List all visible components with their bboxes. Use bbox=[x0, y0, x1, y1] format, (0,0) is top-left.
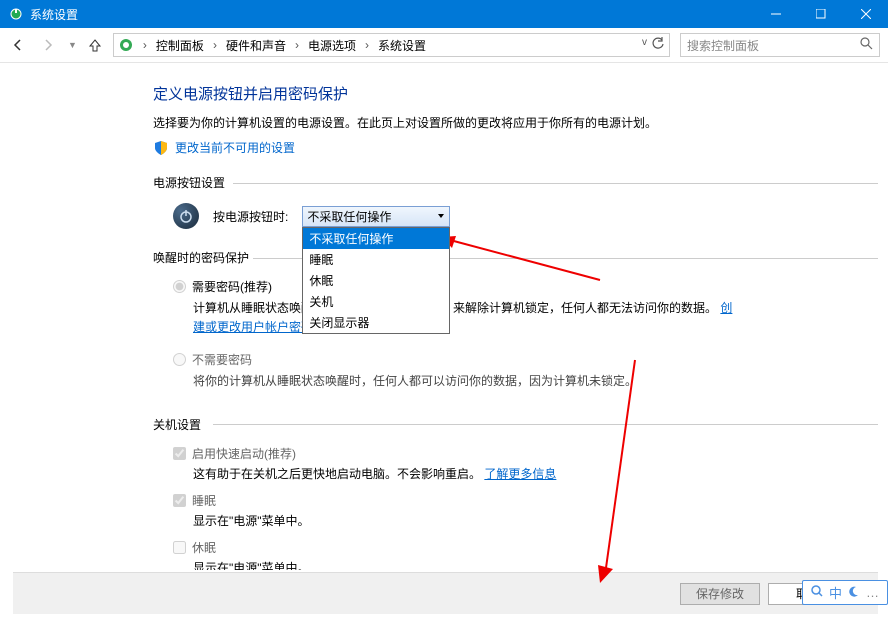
dropdown-option[interactable]: 睡眠 bbox=[303, 249, 449, 270]
page-heading: 定义电源按钮并启用密码保护 bbox=[153, 83, 878, 104]
search-input[interactable]: 搜索控制面板 bbox=[680, 33, 880, 57]
breadcrumb[interactable]: › 控制面板 › 硬件和声音 › 电源选项 › 系统设置 v bbox=[113, 33, 670, 57]
fast-startup-checkbox[interactable]: 启用快速启动(推荐) bbox=[173, 445, 878, 462]
search-placeholder: 搜索控制面板 bbox=[687, 37, 759, 54]
sleep-checkbox[interactable]: 睡眠 bbox=[173, 492, 878, 509]
shield-link-text: 更改当前不可用的设置 bbox=[175, 139, 295, 156]
up-button[interactable] bbox=[87, 37, 103, 53]
power-plan-icon bbox=[118, 37, 134, 53]
fast-startup-checkbox-input[interactable] bbox=[173, 447, 186, 460]
ime-language: 中 bbox=[829, 583, 842, 602]
require-password-description: 计算机从睡眠状态唤醒来解除计算机锁定，任何人都无法访问你的数据。 创建或更改用户… bbox=[193, 299, 743, 337]
chevron-right-icon: › bbox=[362, 38, 372, 52]
dropdown-option[interactable]: 休眠 bbox=[303, 270, 449, 291]
require-password-radio[interactable]: 需要密码(推荐) bbox=[173, 278, 878, 295]
no-password-description: 将你的计算机从睡眠状态唤醒时，任何人都可以访问你的数据，因为计算机未锁定。 bbox=[193, 372, 743, 391]
power-button-icon bbox=[173, 203, 199, 229]
power-button-section-title: 电源按钮设置 bbox=[153, 174, 878, 191]
sleep-description: 显示在"电源"菜单中。 bbox=[193, 512, 878, 529]
no-password-radio-input[interactable] bbox=[173, 353, 186, 366]
dropdown-option[interactable]: 关机 bbox=[303, 291, 449, 312]
search-icon bbox=[860, 37, 873, 53]
dropdown-option[interactable]: 不采取任何操作 bbox=[303, 228, 449, 249]
change-unavailable-settings-link[interactable]: 更改当前不可用的设置 bbox=[153, 139, 878, 156]
power-button-label: 按电源按钮时: bbox=[213, 208, 288, 225]
breadcrumb-item[interactable]: 系统设置 bbox=[374, 35, 430, 56]
power-options-icon bbox=[8, 6, 24, 22]
breadcrumb-item[interactable]: 控制面板 bbox=[152, 35, 208, 56]
breadcrumb-dropdown-icon[interactable]: v bbox=[642, 37, 647, 54]
hibernate-checkbox[interactable]: 休眠 bbox=[173, 539, 878, 556]
shutdown-section-title: 关机设置 bbox=[153, 416, 878, 433]
navbar: ▼ › 控制面板 › 硬件和声音 › 电源选项 › 系统设置 v 搜索控制面板 bbox=[0, 28, 888, 63]
ime-moon-icon bbox=[848, 585, 860, 600]
dropdown-option[interactable]: 关闭显示器 bbox=[303, 312, 449, 333]
footer: 保存修改 取消 bbox=[13, 572, 878, 614]
maximize-button[interactable] bbox=[798, 0, 843, 28]
shield-icon bbox=[153, 140, 169, 156]
content-area: 定义电源按钮并启用密码保护 选择要为你的计算机设置的电源设置。在此页上对设置所做… bbox=[13, 63, 878, 570]
back-button[interactable] bbox=[8, 35, 28, 55]
recent-dropdown-icon[interactable]: ▼ bbox=[68, 40, 77, 50]
chevron-right-icon: › bbox=[210, 38, 220, 52]
refresh-icon[interactable] bbox=[651, 37, 665, 54]
forward-button[interactable] bbox=[38, 35, 58, 55]
learn-more-link[interactable]: 了解更多信息 bbox=[484, 467, 556, 481]
power-button-action-dropdown[interactable]: 不采取任何操作 不采取任何操作 睡眠 休眠 关机 关闭显示器 bbox=[302, 206, 450, 227]
require-password-radio-input[interactable] bbox=[173, 280, 186, 293]
minimize-button[interactable] bbox=[753, 0, 798, 28]
close-button[interactable] bbox=[843, 0, 888, 28]
chevron-right-icon: › bbox=[140, 38, 150, 52]
page-description: 选择要为你的计算机设置的电源设置。在此页上对设置所做的更改将应用于你所有的电源计… bbox=[153, 114, 878, 131]
no-password-radio[interactable]: 不需要密码 bbox=[173, 351, 878, 368]
breadcrumb-item[interactable]: 硬件和声音 bbox=[222, 35, 290, 56]
hibernate-checkbox-input[interactable] bbox=[173, 541, 186, 554]
ime-indicator[interactable]: 中 … bbox=[802, 580, 888, 605]
sleep-checkbox-input[interactable] bbox=[173, 494, 186, 507]
breadcrumb-item[interactable]: 电源选项 bbox=[304, 35, 360, 56]
titlebar: 系统设置 bbox=[0, 0, 888, 28]
ime-more-icon: … bbox=[866, 585, 879, 600]
fast-startup-description: 这有助于在关机之后更快地启动电脑。不会影响重启。 了解更多信息 bbox=[193, 465, 878, 482]
chevron-right-icon: › bbox=[292, 38, 302, 52]
ime-search-icon bbox=[811, 585, 823, 600]
save-button[interactable]: 保存修改 bbox=[680, 583, 760, 605]
window-title: 系统设置 bbox=[30, 6, 753, 23]
hibernate-description: 显示在"电源"菜单中。 bbox=[193, 559, 878, 570]
dropdown-list: 不采取任何操作 睡眠 休眠 关机 关闭显示器 bbox=[302, 227, 450, 334]
dropdown-selected: 不采取任何操作 bbox=[307, 208, 391, 225]
wake-password-section-title: 唤醒时的密码保护 bbox=[153, 249, 878, 266]
